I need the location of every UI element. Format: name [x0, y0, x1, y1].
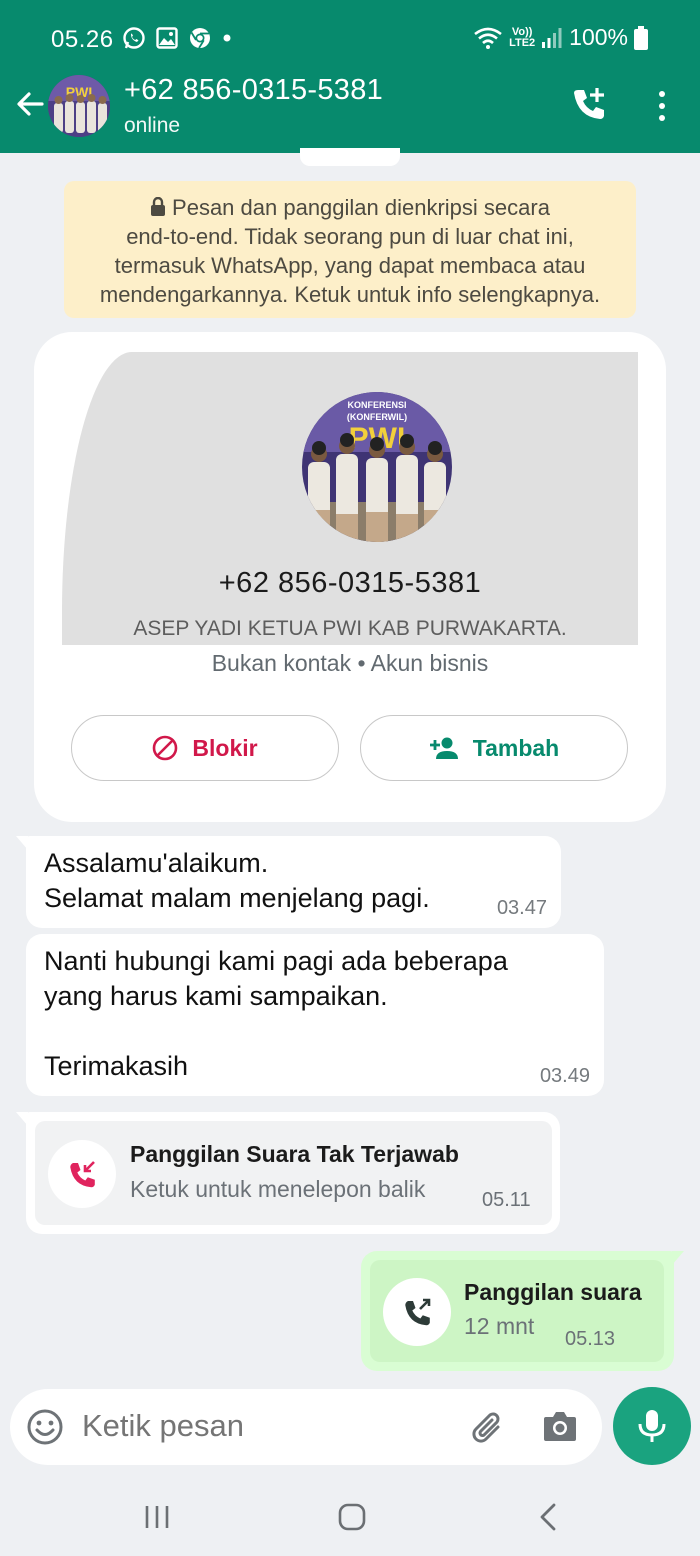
- outgoing-call-card: Panggilan suara 12 mnt 05.13: [370, 1260, 664, 1362]
- business-name: ASEP YADI KETUA PWI KAB PURWAKARTA.: [133, 617, 567, 640]
- chrome-notification-icon: [190, 28, 210, 49]
- date-chip: [300, 148, 400, 166]
- message-composer: [10, 1389, 602, 1465]
- message-line: Selamat malam menjelang pagi.: [44, 883, 430, 913]
- encryption-line-1: Pesan dan panggilan dienkripsi secara: [64, 193, 636, 222]
- incoming-message[interactable]: Assalamu'alaikum. Selamat malam menjelan…: [16, 836, 561, 928]
- status-bar: 05.26 Vo)) LTE2 100%: [0, 0, 700, 75]
- system-status-icons: Vo)) LTE2 100%: [473, 24, 648, 51]
- outgoing-call-message[interactable]: Panggilan suara 12 mnt 05.13: [361, 1251, 684, 1371]
- bubble-tail: [672, 1251, 684, 1265]
- incoming-message[interactable]: Nanti hubungi kami pagi ada beberapa yan…: [26, 934, 604, 1096]
- wifi-icon: [474, 27, 502, 49]
- lock-icon: [151, 197, 166, 216]
- block-icon: [153, 735, 178, 761]
- gallery-notification-icon: [156, 27, 178, 49]
- outgoing-call-title: Panggilan suara: [464, 1279, 642, 1305]
- more-options-icon[interactable]: [650, 88, 674, 124]
- battery-percent: 100%: [569, 24, 628, 50]
- bubble-tail: [16, 1112, 28, 1126]
- missed-call-message[interactable]: Panggilan Suara Tak Terjawab Ketuk untuk…: [16, 1112, 560, 1234]
- outgoing-call-icon-circle: [383, 1278, 451, 1346]
- add-call-icon[interactable]: [570, 84, 612, 126]
- encryption-notice[interactable]: Pesan dan panggilan dienkripsi secara en…: [64, 181, 636, 318]
- add-person-icon: [429, 737, 458, 759]
- contact-avatar[interactable]: PWI: [48, 75, 110, 137]
- encryption-line-4: mendengarkannya. Ketuk untuk info seleng…: [99, 282, 601, 307]
- message-line: Terimakasih: [44, 1051, 189, 1081]
- missed-call-time: 05.11: [482, 1189, 531, 1211]
- system-navigation-bar: [0, 1480, 700, 1556]
- back-arrow-icon[interactable]: [12, 86, 48, 122]
- encryption-line-2: end-to-end. Tidak seorang pun di luar ch…: [126, 224, 574, 249]
- message-line: Nanti hubungi kami pagi ada beberapa: [44, 946, 508, 976]
- encryption-line-3: termasuk WhatsApp, yang dapat membaca at…: [114, 253, 586, 278]
- business-avatar[interactable]: KONFERENSI (KONFERWIL) PWI: [302, 392, 452, 542]
- missed-call-icon-circle: [48, 1140, 116, 1208]
- message-time: 03.47: [496, 897, 547, 919]
- message-line: yang harus kami sampaikan.: [44, 981, 388, 1011]
- business-info-card: KONFERENSI (KONFERWIL) PWI: [34, 332, 666, 822]
- outgoing-call-duration: 12 mnt: [464, 1313, 535, 1339]
- block-button-label: Blokir: [192, 734, 258, 761]
- attach-icon[interactable]: [468, 1407, 508, 1447]
- notification-icons: [122, 26, 232, 50]
- contact-online-status: online: [124, 114, 181, 137]
- network-label: Vo)) LTE2: [509, 25, 536, 49]
- block-button[interactable]: Blokir: [71, 715, 339, 781]
- whatsapp-notification-icon: [123, 27, 145, 49]
- status-time: 05.26: [51, 26, 114, 53]
- bubble-tail: [16, 836, 28, 850]
- voice-message-button[interactable]: [613, 1387, 691, 1465]
- battery-icon: [634, 25, 648, 50]
- outgoing-call-icon: [405, 1298, 431, 1326]
- message-time: 03.49: [539, 1065, 590, 1087]
- volte-label: Vo)): [511, 25, 533, 38]
- contact-type-info: Bukan kontak • Akun bisnis: [211, 650, 489, 676]
- add-contact-label: Tambah: [472, 734, 560, 761]
- app-header: 05.26 Vo)) LTE2 100% PWI +62 856-0315-53…: [0, 0, 700, 153]
- microphone-icon: [638, 1410, 666, 1442]
- svg-text:(KONFERWIL): (KONFERWIL): [347, 412, 407, 422]
- camera-icon[interactable]: [542, 1409, 578, 1443]
- missed-call-subtitle: Ketuk untuk menelepon balik: [130, 1176, 426, 1202]
- add-contact-button[interactable]: Tambah: [360, 715, 628, 781]
- chat-header: PWI +62 856-0315-5381 online: [0, 70, 700, 153]
- emoji-icon[interactable]: [26, 1408, 64, 1446]
- lte-label: LTE2: [509, 36, 536, 49]
- home-icon[interactable]: [338, 1502, 366, 1532]
- signal-icon: [542, 27, 562, 48]
- message-line: Assalamu'alaikum.: [44, 848, 269, 878]
- missed-call-card: Panggilan Suara Tak Terjawab Ketuk untuk…: [35, 1121, 552, 1225]
- business-phone-number: +62 856-0315-5381: [218, 567, 482, 599]
- more-notifications-dot-icon: [223, 34, 231, 42]
- missed-call-title: Panggilan Suara Tak Terjawab: [130, 1141, 459, 1167]
- recent-apps-icon[interactable]: [144, 1504, 170, 1530]
- svg-text:KONFERENSI: KONFERENSI: [347, 400, 406, 410]
- nav-back-icon[interactable]: [538, 1502, 558, 1532]
- contact-name[interactable]: +62 856-0315-5381: [124, 74, 383, 107]
- outgoing-call-time: 05.13: [565, 1328, 616, 1350]
- message-input[interactable]: [82, 1408, 442, 1444]
- missed-call-icon: [70, 1161, 95, 1188]
- business-profile-panel[interactable]: KONFERENSI (KONFERWIL) PWI: [62, 352, 638, 645]
